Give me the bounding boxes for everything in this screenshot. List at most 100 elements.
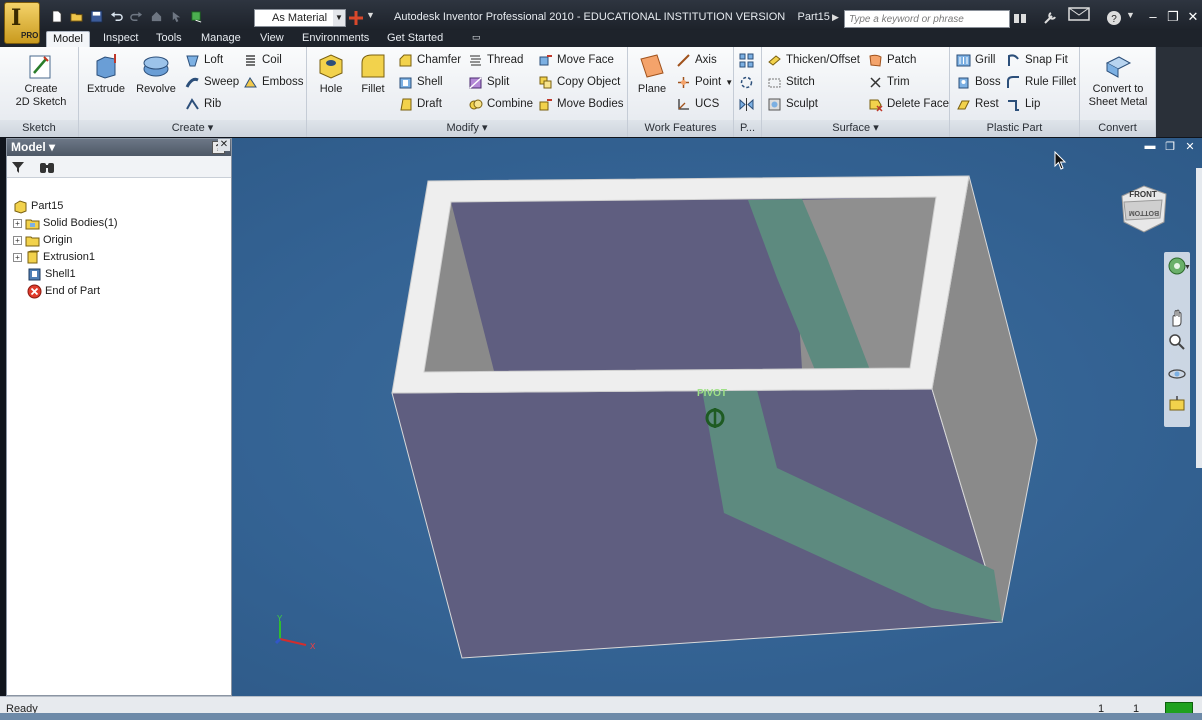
home-icon[interactable] (148, 8, 165, 24)
app-edition-label: PRO (21, 31, 39, 40)
hole-button[interactable]: Hole (313, 51, 349, 96)
viewport-minimize-icon[interactable]: ▬ (1144, 140, 1156, 153)
boss-button[interactable]: Boss (956, 73, 1001, 91)
point-dropdown-icon[interactable]: ▼ (725, 78, 733, 87)
communication-center-icon[interactable] (1068, 6, 1090, 22)
panel-surface-title[interactable]: Surface ▾ (762, 120, 949, 137)
tab-environments[interactable]: Environments (296, 31, 375, 47)
look-at-icon[interactable] (1167, 394, 1187, 414)
copy-object-button[interactable]: Copy Object (538, 73, 620, 91)
undo-icon[interactable] (108, 8, 125, 24)
tab-model[interactable]: Model (46, 31, 90, 47)
tree-item-extrusion1[interactable]: + Extrusion1 (13, 249, 95, 265)
viewport-window-controls: ▬ ❐ ✕ (1144, 140, 1196, 153)
viewport-restore-icon[interactable]: ❐ (1164, 140, 1176, 153)
axis-button[interactable]: Axis (676, 51, 717, 69)
restore-icon[interactable]: ❐ (1164, 8, 1182, 26)
pan-hand-icon[interactable] (1167, 308, 1187, 328)
close-icon[interactable]: ✕ (1184, 8, 1202, 26)
update-icon[interactable] (188, 8, 205, 24)
create-2d-sketch-button[interactable]: Create 2D Sketch (6, 51, 76, 109)
wrench-icon[interactable] (1042, 10, 1058, 26)
ucs-button[interactable]: UCS (676, 95, 719, 113)
help-dropdown-icon[interactable]: ▼ (1126, 10, 1142, 26)
search-input[interactable]: Type a keyword or phrase (844, 10, 1010, 28)
panel-modify-title[interactable]: Modify ▾ (307, 120, 627, 137)
new-icon[interactable] (48, 8, 65, 24)
split-button[interactable]: Split (468, 73, 509, 91)
rule-fillet-button[interactable]: Rule Fillet (1006, 73, 1076, 91)
panel-create-title[interactable]: Create ▾ (79, 120, 306, 137)
panel-pattern-title[interactable]: P... (734, 120, 761, 137)
application-menu-button[interactable]: I PRO (4, 2, 40, 44)
plane-button[interactable]: Plane (634, 51, 670, 96)
trim-button[interactable]: Trim (868, 73, 910, 91)
mirror-icon[interactable] (739, 95, 754, 113)
tab-inspect[interactable]: Inspect (97, 31, 144, 47)
circular-pattern-icon[interactable] (739, 73, 754, 91)
tree-item-origin[interactable]: + Origin (13, 232, 72, 248)
chamfer-button[interactable]: Chamfer (398, 51, 461, 69)
tab-view[interactable]: View (254, 31, 290, 47)
revolve-button[interactable]: Revolve (134, 51, 178, 96)
browser-header[interactable]: Model ▾ ? (7, 139, 231, 156)
point-button[interactable]: Point ▼ (676, 73, 733, 91)
help-icon[interactable]: ? (1106, 10, 1122, 26)
vertical-scrollbar[interactable] (1196, 168, 1202, 468)
expand-icon[interactable]: + (13, 252, 22, 262)
graphics-viewport[interactable]: PIVOT ▬ ❐ ✕ FRONT BOTTOM ▼ Y X (232, 138, 1202, 696)
tab-tools[interactable]: Tools (150, 31, 188, 47)
grill-button[interactable]: Grill (956, 51, 995, 69)
zoom-icon[interactable] (1167, 332, 1187, 352)
stitch-button[interactable]: Stitch (767, 73, 815, 91)
tree-item-solid-bodies[interactable]: + Solid Bodies(1) (13, 215, 118, 231)
move-bodies-button[interactable]: Move Bodies (538, 95, 623, 113)
loft-button[interactable]: Loft (185, 51, 223, 69)
lip-button[interactable]: Lip (1006, 95, 1040, 113)
viewcube-icon[interactable]: FRONT BOTTOM (1118, 182, 1170, 234)
redo-icon[interactable] (128, 8, 145, 24)
binoculars-icon[interactable] (1012, 10, 1028, 26)
steering-wheel-dropdown-icon[interactable]: ▼ (1184, 264, 1191, 271)
combine-button[interactable]: Combine (468, 95, 533, 113)
thicken-offset-button[interactable]: Thicken/Offset (767, 51, 860, 69)
browser-close-icon[interactable]: ✕ (218, 139, 230, 151)
convert-to-sheet-metal-button[interactable]: Convert to Sheet Metal (1082, 51, 1154, 109)
sweep-button[interactable]: Sweep (185, 73, 239, 91)
tree-item-end-of-part[interactable]: End of Part (27, 283, 100, 299)
color-override-icon[interactable] (348, 10, 364, 26)
panel-surface: Thicken/Offset Patch Stitch Trim Sculpt … (762, 47, 950, 137)
qat-customize-icon[interactable]: ▼ (366, 10, 382, 26)
save-icon[interactable] (88, 8, 105, 24)
delete-face-button[interactable]: Delete Face (868, 95, 949, 113)
ribbon-minimize-icon[interactable]: ▭ (466, 31, 487, 47)
shell-button[interactable]: Shell (398, 73, 443, 91)
rest-button[interactable]: Rest (956, 95, 999, 113)
material-dropdown[interactable]: As Material ▼ (254, 9, 346, 27)
tree-item-shell1[interactable]: Shell1 (27, 266, 76, 282)
extrude-button[interactable]: Extrude (85, 51, 127, 96)
orbit-icon[interactable] (1167, 364, 1187, 384)
emboss-button[interactable]: Emboss (243, 73, 304, 91)
fillet-button[interactable]: Fillet (355, 51, 391, 96)
rectangular-pattern-icon[interactable] (739, 51, 754, 69)
snap-fit-button[interactable]: Snap Fit (1006, 51, 1068, 69)
tree-item-part[interactable]: Part15 (13, 198, 63, 214)
minimize-icon[interactable]: – (1144, 8, 1162, 26)
expand-icon[interactable]: + (13, 218, 22, 228)
move-face-button[interactable]: Move Face (538, 51, 614, 69)
viewport-close-icon[interactable]: ✕ (1184, 140, 1196, 153)
select-icon[interactable] (168, 8, 185, 24)
patch-button[interactable]: Patch (868, 51, 916, 69)
open-icon[interactable] (68, 8, 85, 24)
sculpt-button[interactable]: Sculpt (767, 95, 818, 113)
find-binoculars-icon[interactable] (39, 160, 55, 174)
coil-button[interactable]: Coil (243, 51, 282, 69)
tab-get-started[interactable]: Get Started (381, 31, 449, 47)
thread-button[interactable]: Thread (468, 51, 523, 69)
filter-icon[interactable] (11, 160, 25, 174)
tab-manage[interactable]: Manage (195, 31, 247, 47)
expand-icon[interactable]: + (13, 235, 22, 245)
rib-button[interactable]: Rib (185, 95, 221, 113)
draft-button[interactable]: Draft (398, 95, 442, 113)
